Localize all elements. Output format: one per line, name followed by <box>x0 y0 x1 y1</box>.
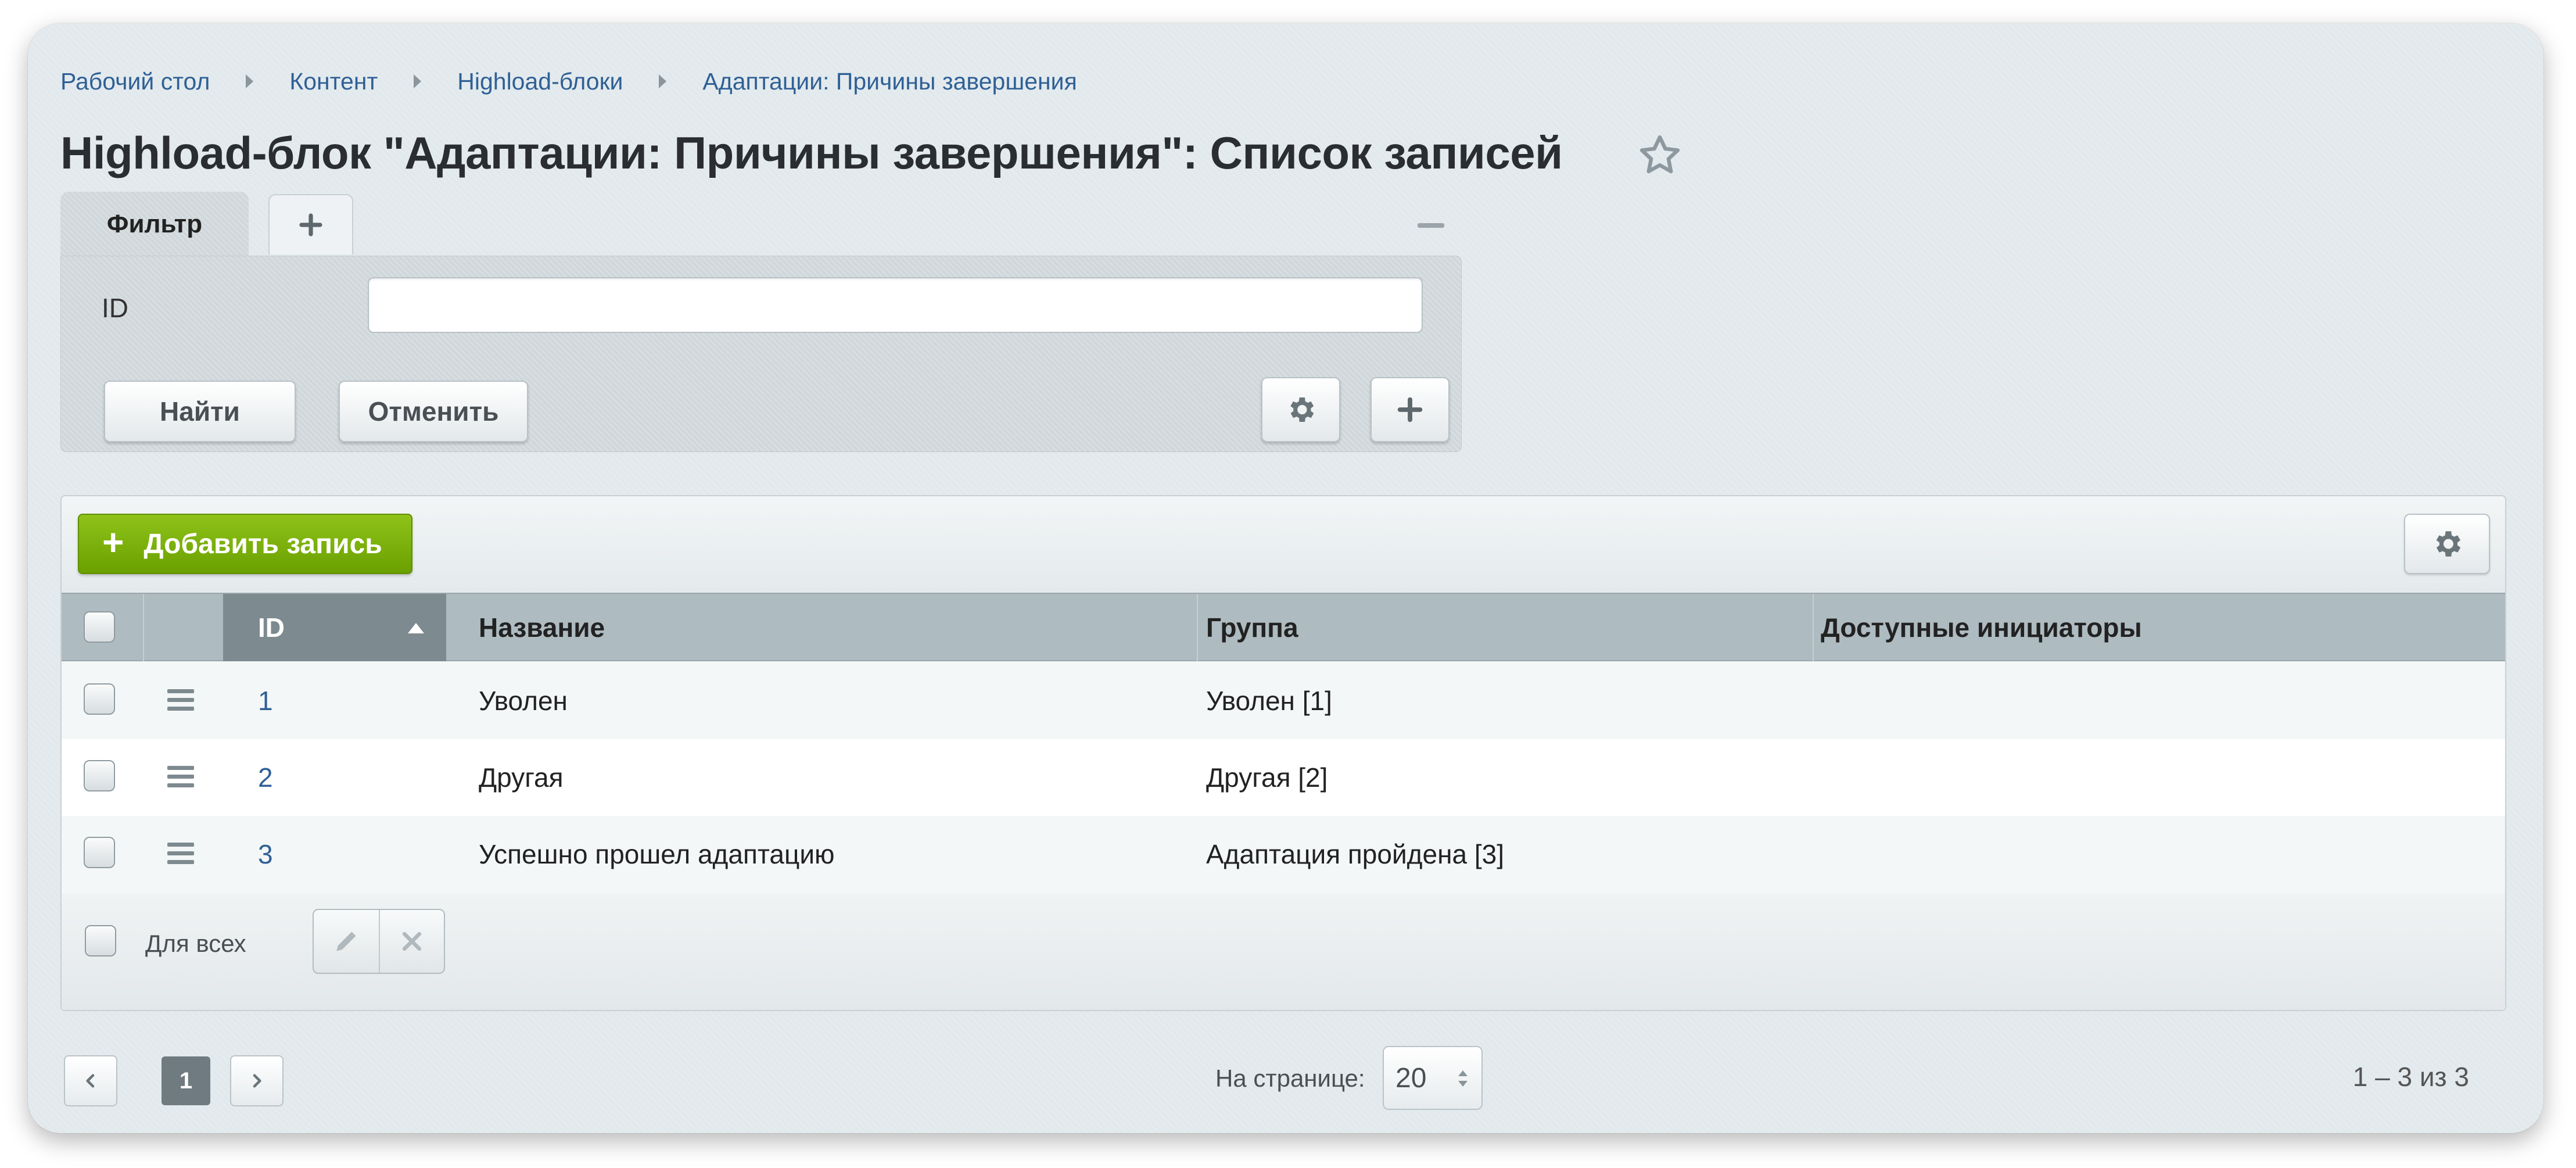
minus-icon[interactable] <box>1418 223 1444 228</box>
find-button[interactable]: Найти <box>104 381 296 442</box>
column-separator <box>1813 594 1814 661</box>
for-all-label: Для всех <box>145 930 246 957</box>
page-current[interactable]: 1 <box>162 1056 210 1105</box>
grid-toolbar: + Добавить запись <box>62 496 2505 593</box>
per-page-label: На странице: <box>1215 1065 1365 1092</box>
delete-selected-button[interactable] <box>378 910 444 973</box>
breadcrumb-current[interactable]: Адаптации: Причины завершения <box>702 68 1077 95</box>
breadcrumb: Рабочий стол Контент Highload-блоки Адап… <box>60 65 1077 98</box>
hamburger-icon[interactable] <box>167 766 194 788</box>
chevron-right-icon <box>253 1074 261 1088</box>
row-name-cell: Другая <box>479 762 564 793</box>
page-title: Highload-блок "Адаптации: Причины заверш… <box>60 127 1563 178</box>
table-row[interactable]: 1 Уволен Уволен [1] <box>62 662 2505 739</box>
sort-asc-icon <box>408 623 424 633</box>
add-record-label: Добавить запись <box>143 528 382 560</box>
breadcrumb-separator-icon <box>659 74 667 88</box>
group-actions-bar: Для всех <box>62 894 2505 1010</box>
filter-settings-button[interactable] <box>1261 377 1340 442</box>
edit-selected-button[interactable] <box>314 910 379 973</box>
group-action-buttons <box>313 909 445 974</box>
gear-icon <box>1290 397 1314 422</box>
breadcrumb-separator-icon <box>414 74 422 88</box>
per-page-select[interactable]: 20 <box>1383 1046 1483 1110</box>
breadcrumb-content[interactable]: Контент <box>289 68 378 95</box>
hamburger-icon[interactable] <box>167 689 194 711</box>
column-separator <box>1197 594 1198 661</box>
table-row[interactable]: 2 Другая Другая [2] <box>62 739 2505 816</box>
prev-page-button[interactable] <box>64 1055 117 1106</box>
chevron-left-icon <box>86 1074 95 1088</box>
for-all-checkbox[interactable] <box>85 925 116 956</box>
breadcrumb-desktop[interactable]: Рабочий стол <box>60 68 210 95</box>
table-row[interactable]: 3 Успешно прошел адаптацию Адаптация про… <box>62 816 2505 893</box>
breadcrumb-separator-icon <box>246 74 254 88</box>
row-checkbox[interactable] <box>84 683 115 715</box>
row-id-link[interactable]: 2 <box>258 762 273 793</box>
cancel-button[interactable]: Отменить <box>339 381 528 442</box>
star-icon[interactable] <box>1637 132 1682 178</box>
filter-id-input[interactable] <box>368 277 1423 333</box>
plus-icon <box>1397 397 1423 422</box>
add-record-button[interactable]: + Добавить запись <box>78 514 412 574</box>
hamburger-icon[interactable] <box>167 843 194 865</box>
row-id-cell: 1 <box>258 662 273 739</box>
row-id-link[interactable]: 1 <box>258 685 273 716</box>
row-group-cell: Другая [2] <box>1206 762 1328 793</box>
row-id-cell: 3 <box>258 816 273 893</box>
table-header: ID Название Группа Доступные инициаторы <box>62 593 2505 661</box>
records-range: 1 – 3 из 3 <box>2352 1062 2469 1092</box>
records-grid: + Добавить запись ID Название Группа Дос… <box>60 495 2506 1011</box>
column-separator <box>143 594 144 661</box>
close-icon <box>402 931 422 951</box>
row-id-cell: 2 <box>258 739 273 816</box>
column-header-initiators[interactable]: Доступные инициаторы <box>1821 594 2142 661</box>
column-header-id-label: ID <box>258 612 285 643</box>
add-filter-field-button[interactable] <box>1370 377 1450 442</box>
plus-icon: + <box>102 521 124 563</box>
column-header-id[interactable]: ID <box>223 594 446 661</box>
tab-filter[interactable]: Фильтр <box>60 192 249 257</box>
admin-window: Рабочий стол Контент Highload-блоки Адап… <box>28 23 2543 1133</box>
row-id-link[interactable]: 3 <box>258 839 273 870</box>
grid-settings-button[interactable] <box>2404 514 2490 574</box>
add-filter-tab-button[interactable] <box>268 194 353 255</box>
column-header-name[interactable]: Название <box>479 594 605 661</box>
column-header-group[interactable]: Группа <box>1206 594 1298 661</box>
row-group-cell: Адаптация пройдена [3] <box>1206 839 1504 869</box>
per-page-value: 20 <box>1395 1062 1427 1094</box>
plus-icon <box>299 213 322 237</box>
gear-icon <box>2436 531 2461 557</box>
select-all-checkbox[interactable] <box>84 611 115 643</box>
select-updown-icon <box>1458 1070 1468 1087</box>
row-checkbox[interactable] <box>84 760 115 791</box>
breadcrumb-highload-blocks[interactable]: Highload-блоки <box>457 68 623 95</box>
filter-id-label: ID <box>102 293 128 323</box>
row-checkbox[interactable] <box>84 837 115 868</box>
row-name-cell: Успешно прошел адаптацию <box>479 839 835 869</box>
row-group-cell: Уволен [1] <box>1206 686 1332 716</box>
next-page-button[interactable] <box>230 1055 284 1106</box>
pencil-icon <box>336 931 356 951</box>
row-name-cell: Уволен <box>479 686 568 716</box>
filter-panel: ID Найти Отменить <box>60 256 1462 452</box>
